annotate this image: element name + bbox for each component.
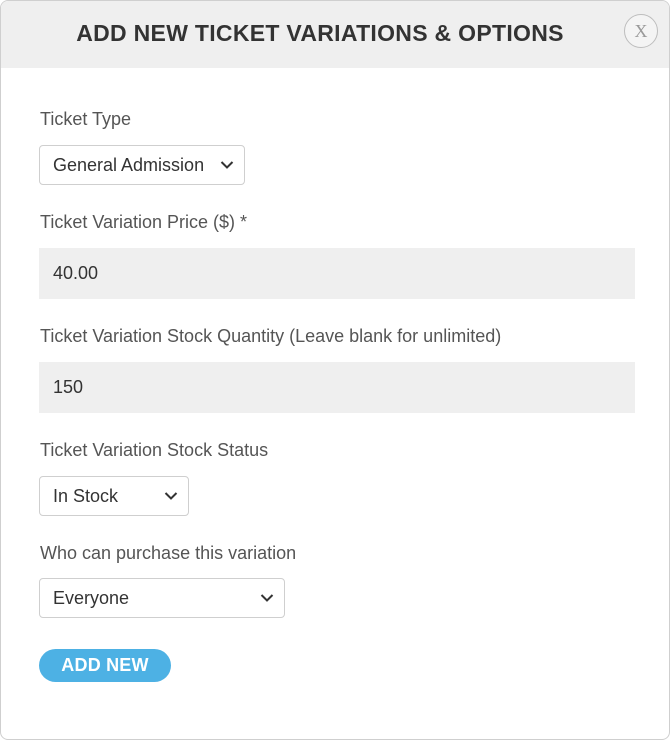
stock-status-label: Ticket Variation Stock Status: [40, 440, 269, 460]
stock-quantity-value: 150: [53, 377, 84, 397]
price-input[interactable]: 40.00: [39, 248, 635, 299]
stock-quantity-input[interactable]: 150: [39, 362, 635, 413]
stock-quantity-label: Ticket Variation Stock Quantity (Leave b…: [40, 326, 502, 346]
add-ticket-variation-dialog: ADD NEW TICKET VARIATIONS & OPTIONS X Ti…: [0, 0, 670, 740]
stock-status-value: In Stock: [53, 486, 119, 506]
ticket-type-label: Ticket Type: [40, 109, 132, 129]
who-can-purchase-value: Everyone: [53, 588, 130, 608]
price-label: Ticket Variation Price ($) *: [40, 212, 248, 232]
chevron-down-icon: [164, 492, 178, 500]
price-value: 40.00: [53, 263, 99, 283]
ticket-type-select[interactable]: General Admission: [39, 145, 245, 185]
who-can-purchase-label: Who can purchase this variation: [40, 543, 297, 563]
ticket-type-value: General Admission: [53, 155, 205, 175]
chevron-down-icon: [220, 161, 234, 169]
dialog-title: ADD NEW TICKET VARIATIONS & OPTIONS: [76, 20, 564, 46]
close-button[interactable]: X: [624, 14, 658, 48]
add-new-button[interactable]: ADD NEW: [39, 649, 171, 682]
who-can-purchase-select[interactable]: Everyone: [39, 578, 285, 618]
close-icon: X: [634, 21, 648, 41]
stock-status-select[interactable]: In Stock: [39, 476, 189, 516]
chevron-down-icon: [260, 594, 274, 602]
dialog-header: ADD NEW TICKET VARIATIONS & OPTIONS X: [1, 1, 669, 68]
